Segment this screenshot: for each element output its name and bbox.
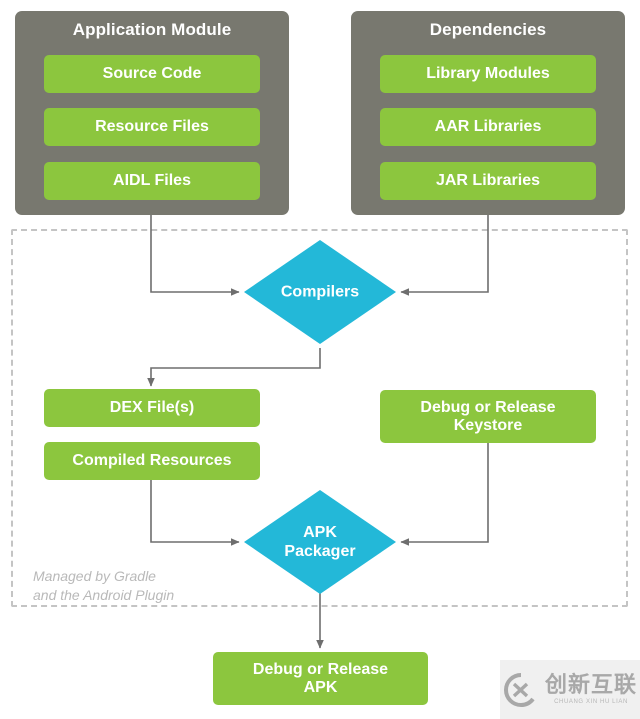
box-resource-files[interactable]: Resource Files [44,108,260,146]
box-output-apk-label: Debug or Release APK [252,660,389,696]
compilers-diamond-shape [244,240,396,344]
box-aar-libraries[interactable]: AAR Libraries [380,108,596,146]
watermark-text: 创新互联 CHUANG XIN HU LIAN [544,672,637,706]
watermark-pinyin: CHUANG XIN HU LIAN [554,699,628,705]
box-library-modules[interactable]: Library Modules [380,55,596,93]
box-source-code-label: Source Code [102,65,202,83]
box-keystore[interactable]: Debug or Release Keystore [380,390,596,443]
box-jar-libraries-label: JAR Libraries [435,172,541,190]
group-title-dependencies: Dependencies [429,20,547,39]
box-compiled-resources[interactable]: Compiled Resources [44,442,260,480]
box-keystore-label: Debug or Release Keystore [420,398,556,434]
box-aidl-files-label: AIDL Files [113,172,191,190]
process-compilers[interactable]: Compilers [244,240,396,344]
box-aidl-files[interactable]: AIDL Files [44,162,260,200]
box-output-apk[interactable]: Debug or Release APK [213,652,428,705]
cx-logo-icon [504,672,535,707]
box-jar-libraries[interactable]: JAR Libraries [380,162,596,200]
box-compiled-resources-label: Compiled Resources [72,452,232,470]
watermark: 创新互联 CHUANG XIN HU LIAN [500,660,640,719]
box-library-modules-label: Library Modules [426,65,550,83]
build-process-diagram: Application Module Source Code Resource … [0,0,640,719]
box-source-code[interactable]: Source Code [44,55,260,93]
apk-packager-diamond-shape [244,490,396,594]
gradle-note: Managed by Gradle and the Android Plugin [33,568,175,603]
box-dex-files[interactable]: DEX File(s) [44,389,260,427]
watermark-chinese: 创新互联 [544,672,637,697]
box-aar-libraries-label: AAR Libraries [434,118,542,136]
box-dex-files-label: DEX File(s) [109,399,195,417]
process-apk-packager[interactable]: APK Packager [244,490,396,594]
group-title-application-module: Application Module [72,20,232,39]
box-resource-files-label: Resource Files [95,118,209,136]
